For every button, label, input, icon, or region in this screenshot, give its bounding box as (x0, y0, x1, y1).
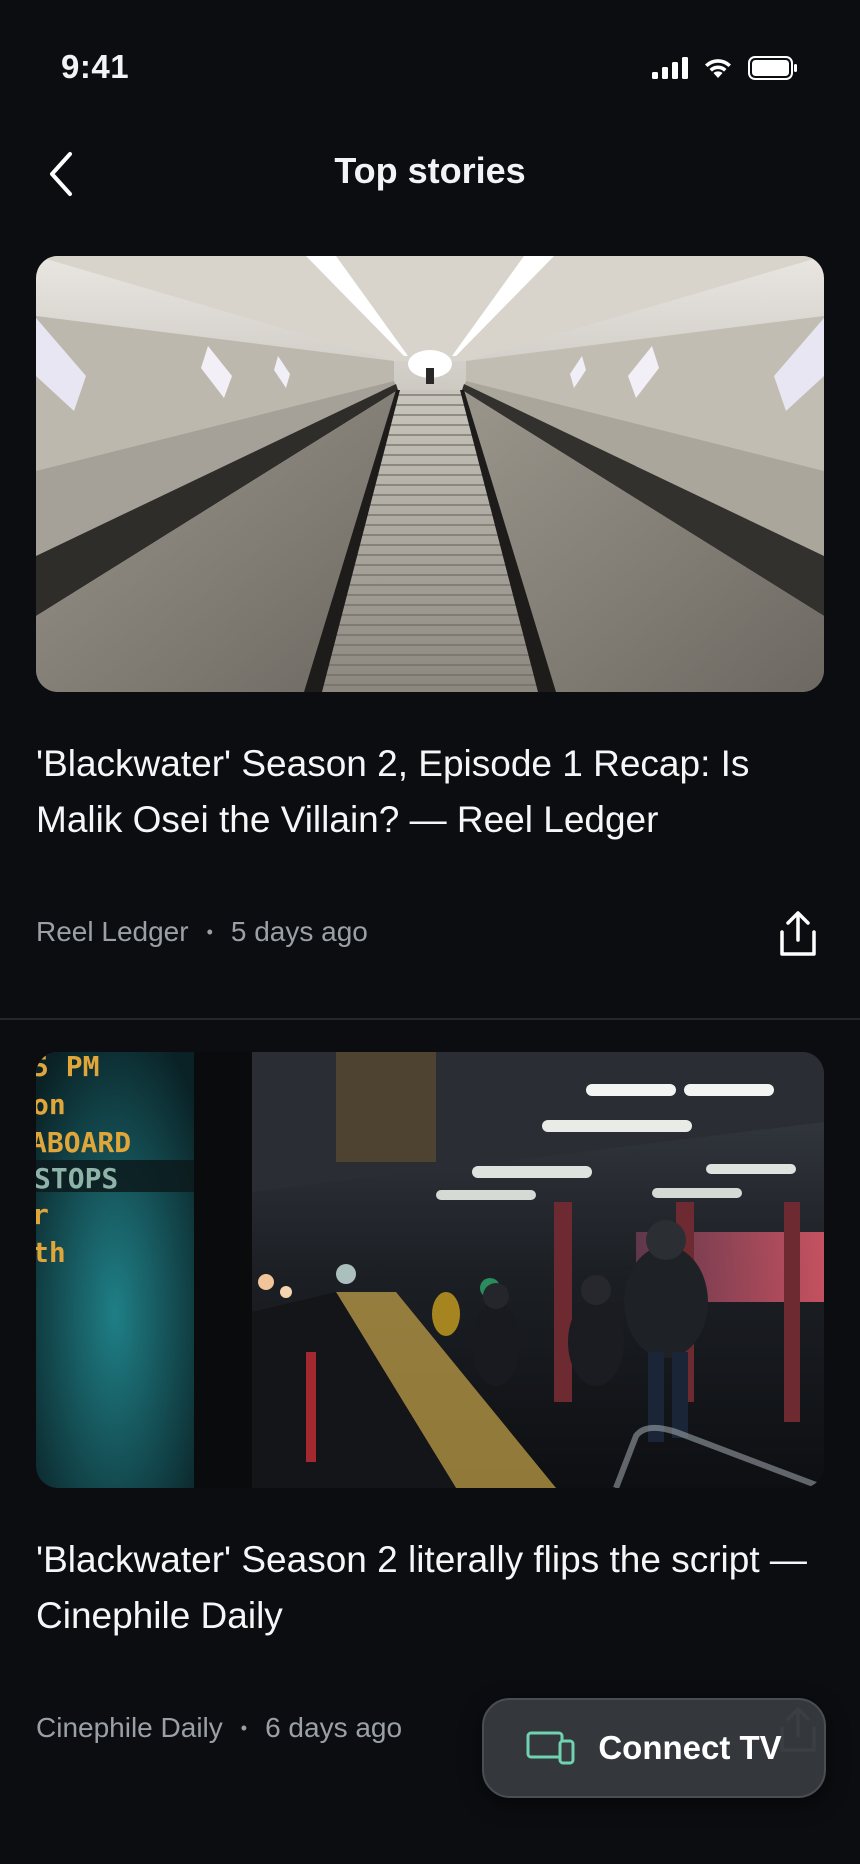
wifi-icon (705, 59, 731, 78)
devices-icon (526, 1731, 575, 1765)
sign-line: on (36, 1088, 66, 1121)
story-meta: Reel Ledger • 5 days ago (36, 916, 368, 948)
connect-tv-button[interactable]: Connect TV (482, 1698, 826, 1798)
share-icon (780, 911, 816, 956)
battery-icon (748, 56, 797, 80)
sign-line: 5 PM (36, 1052, 99, 1083)
story-headline[interactable]: 'Blackwater' Season 2 literally flips th… (36, 1532, 816, 1644)
nav-bar: Top stories (0, 140, 860, 240)
status-icons (652, 56, 798, 80)
meta-separator: • (240, 1717, 248, 1738)
sign-line: STOPS (36, 1162, 118, 1195)
story-image[interactable] (36, 256, 824, 692)
share-button[interactable] (776, 910, 820, 958)
divider (0, 1018, 860, 1020)
sign-line: ABOARD (36, 1126, 131, 1159)
story-source: Reel Ledger (36, 916, 189, 947)
status-bar: 9:41 (0, 0, 860, 140)
story-card[interactable]: 'Blackwater' Season 2, Episode 1 Recap: … (0, 256, 860, 1016)
page-title: Top stories (334, 150, 526, 191)
story-image[interactable]: 5 PM on ABOARD STOPS r th (36, 1052, 824, 1488)
status-time: 9:41 (61, 48, 130, 85)
sign-line: r (36, 1198, 49, 1231)
sign-line: th (36, 1236, 66, 1269)
story-age: 6 days ago (265, 1712, 403, 1743)
story-source: Cinephile Daily (36, 1712, 223, 1743)
cellular-signal-icon (652, 57, 688, 79)
story-meta: Cinephile Daily • 6 days ago (36, 1712, 402, 1744)
story-headline[interactable]: 'Blackwater' Season 2, Episode 1 Recap: … (36, 736, 816, 848)
story-age: 5 days ago (230, 916, 368, 947)
meta-separator: • (206, 921, 213, 942)
connect-tv-label: Connect TV (598, 1729, 782, 1766)
